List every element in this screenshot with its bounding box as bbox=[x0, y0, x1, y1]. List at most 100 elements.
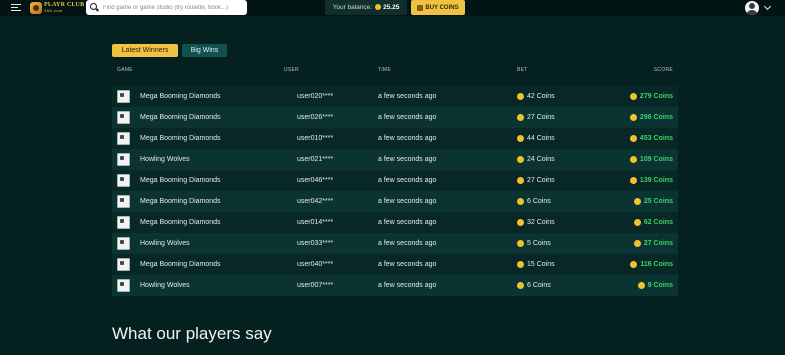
game-thumbnail[interactable] bbox=[117, 279, 130, 292]
score-value: 62 Coins bbox=[643, 219, 673, 226]
bet-value: 15 Coins bbox=[527, 261, 555, 268]
tab-latest-winners[interactable]: Latest Winners bbox=[112, 44, 178, 57]
user-name: user020**** bbox=[297, 93, 334, 100]
game-name[interactable]: Mega Booming Diamonds bbox=[140, 93, 221, 100]
table-row[interactable]: Mega Booming Diamonds user046**** a few se… bbox=[112, 170, 678, 191]
chevron-down-icon[interactable] bbox=[763, 2, 772, 11]
bet-amount: 24 Coins bbox=[517, 156, 555, 163]
game-name[interactable]: Howling Wolves bbox=[140, 156, 190, 163]
table-header: GAME USER TIME BET SCORE bbox=[112, 64, 678, 76]
bet-value: 32 Coins bbox=[527, 219, 555, 226]
tab-big-wins[interactable]: Big Wins bbox=[182, 44, 227, 57]
bet-amount: 15 Coins bbox=[517, 261, 555, 268]
user-name: user040**** bbox=[297, 261, 334, 268]
search-bar[interactable] bbox=[86, 0, 247, 15]
game-name[interactable]: Mega Booming Diamonds bbox=[140, 198, 221, 205]
table-row[interactable]: Howling Wolves user033**** a few seconds a… bbox=[112, 233, 678, 254]
user-avatar[interactable] bbox=[745, 1, 759, 15]
search-input[interactable] bbox=[102, 4, 247, 11]
bet-value: 6 Coins bbox=[527, 198, 551, 205]
bet-value: 44 Coins bbox=[527, 135, 555, 142]
coin-icon bbox=[517, 198, 524, 205]
coin-icon bbox=[633, 240, 641, 247]
coin-icon bbox=[633, 219, 641, 226]
score-value: 9 Coins bbox=[647, 282, 673, 289]
column-header-game: GAME bbox=[117, 67, 133, 73]
game-thumbnail[interactable] bbox=[117, 111, 130, 124]
user-name: user046**** bbox=[297, 177, 334, 184]
coin-icon bbox=[517, 114, 524, 121]
game-thumbnail[interactable] bbox=[117, 174, 130, 187]
game-thumbnail[interactable] bbox=[117, 216, 130, 229]
coin-icon bbox=[517, 282, 524, 289]
game-name[interactable]: Howling Wolves bbox=[140, 282, 190, 289]
game-name[interactable]: Mega Booming Diamonds bbox=[140, 135, 221, 142]
score-amount: 453 Coins bbox=[629, 135, 673, 142]
bet-amount: 42 Coins bbox=[517, 93, 555, 100]
game-thumbnail[interactable] bbox=[117, 153, 130, 166]
column-header-user: USER bbox=[284, 67, 300, 73]
coin-icon bbox=[629, 156, 637, 163]
game-thumbnail[interactable] bbox=[117, 237, 130, 250]
coin-icon bbox=[517, 93, 524, 100]
coin-icon bbox=[633, 198, 641, 205]
win-time: a few seconds ago bbox=[378, 219, 437, 226]
bet-value: 5 Coins bbox=[527, 240, 551, 247]
score-amount: 279 Coins bbox=[629, 93, 673, 100]
game-thumbnail[interactable] bbox=[117, 195, 130, 208]
score-value: 27 Coins bbox=[643, 240, 673, 247]
balance-display: Your balance: 25.25 bbox=[325, 0, 407, 15]
table-row[interactable]: Mega Booming Diamonds user040**** a few se… bbox=[112, 254, 678, 275]
game-name[interactable]: Mega Booming Diamonds bbox=[140, 261, 221, 268]
table-row[interactable]: Mega Booming Diamonds user042**** a few se… bbox=[112, 191, 678, 212]
win-time: a few seconds ago bbox=[378, 282, 437, 289]
bet-amount: 27 Coins bbox=[517, 114, 555, 121]
table-row[interactable]: Howling Wolves user021**** a few seconds a… bbox=[112, 149, 678, 170]
game-name[interactable]: Howling Wolves bbox=[140, 240, 190, 247]
game-thumbnail[interactable] bbox=[117, 132, 130, 145]
winners-table: GAME USER TIME BET SCORE Mega Booming Di… bbox=[112, 64, 678, 296]
coin-icon bbox=[517, 261, 524, 268]
table-row[interactable]: Mega Booming Diamonds user026**** a few se… bbox=[112, 107, 678, 128]
coin-icon bbox=[517, 219, 524, 226]
table-row[interactable]: Mega Booming Diamonds user010**** a few se… bbox=[112, 128, 678, 149]
buy-coins-label: BUY COINS bbox=[425, 4, 459, 11]
win-time: a few seconds ago bbox=[378, 198, 437, 205]
win-time: a few seconds ago bbox=[378, 114, 437, 121]
win-time: a few seconds ago bbox=[378, 240, 437, 247]
game-name[interactable]: Mega Booming Diamonds bbox=[140, 177, 221, 184]
coin-icon bbox=[629, 135, 637, 142]
coin-icon bbox=[517, 135, 524, 142]
coin-icon bbox=[517, 177, 524, 184]
top-bar: PLAYR CLUB 365.com Your balance: 25.25 B… bbox=[0, 0, 785, 16]
score-value: 116 Coins bbox=[640, 261, 673, 268]
winners-tabs: Latest Winners Big Wins bbox=[112, 44, 231, 57]
game-thumbnail[interactable] bbox=[117, 90, 130, 103]
game-name[interactable]: Mega Booming Diamonds bbox=[140, 219, 221, 226]
bet-value: 24 Coins bbox=[527, 156, 555, 163]
table-row[interactable]: Mega Booming Diamonds user020**** a few se… bbox=[112, 86, 678, 107]
game-thumbnail[interactable] bbox=[117, 258, 130, 271]
coin-icon bbox=[517, 240, 524, 247]
table-body: Mega Booming Diamonds user020**** a few se… bbox=[112, 86, 678, 296]
site-logo[interactable]: PLAYR CLUB 365.com bbox=[30, 1, 84, 15]
coin-icon bbox=[630, 261, 638, 268]
coin-icon bbox=[629, 93, 637, 100]
hamburger-menu-icon[interactable] bbox=[11, 4, 21, 12]
testimonials-heading: What our players say bbox=[112, 324, 272, 343]
column-header-bet: BET bbox=[517, 67, 528, 73]
logo-text-line2: 365.com bbox=[44, 8, 63, 13]
coin-icon bbox=[517, 156, 524, 163]
user-name: user042**** bbox=[297, 198, 334, 205]
bet-amount: 27 Coins bbox=[517, 177, 555, 184]
search-icon bbox=[90, 3, 99, 12]
buy-coins-button[interactable]: BUY COINS bbox=[411, 0, 465, 15]
bet-amount: 32 Coins bbox=[517, 219, 555, 226]
table-row[interactable]: Howling Wolves user007**** a few seconds a… bbox=[112, 275, 678, 296]
score-amount: 139 Coins bbox=[629, 177, 673, 184]
score-amount: 296 Coins bbox=[629, 114, 673, 121]
bet-amount: 44 Coins bbox=[517, 135, 555, 142]
score-value: 296 Coins bbox=[639, 114, 673, 121]
game-name[interactable]: Mega Booming Diamonds bbox=[140, 114, 221, 121]
table-row[interactable]: Mega Booming Diamonds user014**** a few se… bbox=[112, 212, 678, 233]
